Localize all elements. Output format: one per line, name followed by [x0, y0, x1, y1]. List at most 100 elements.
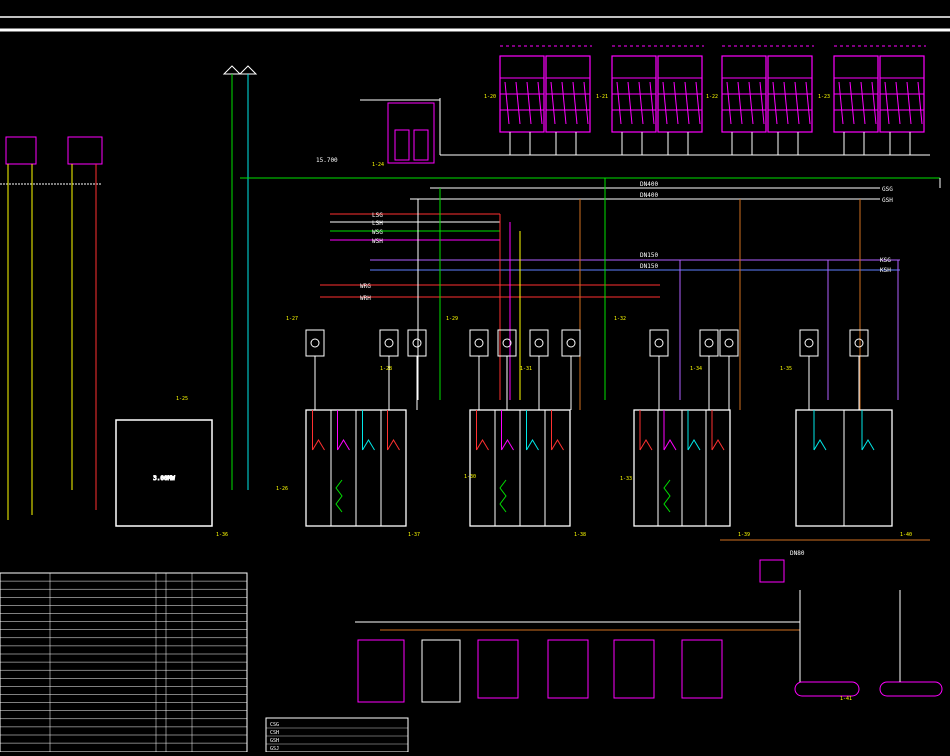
pump-8: [649, 329, 669, 410]
left-tank-group: [0, 136, 103, 520]
callout-1-35: 1-35: [780, 366, 792, 372]
chiller-coil: [663, 439, 677, 451]
tower-louver: [673, 81, 679, 125]
pump-body: [469, 329, 489, 357]
cooling-tower-8: [879, 55, 925, 155]
callout-1-27: 1-27: [286, 316, 298, 322]
boiler-caption: 3.00MW: [153, 475, 175, 482]
pump-body: [649, 329, 669, 357]
cooling-tower-4: [657, 55, 703, 155]
tower-louver: [884, 81, 890, 125]
bottom-equipment: [355, 539, 943, 703]
tower-louver: [662, 81, 668, 125]
tower-louver: [695, 81, 701, 125]
callout-1-29: 1-29: [446, 316, 458, 322]
label-dn-a: DN400: [640, 181, 658, 188]
chiller-coil: [501, 439, 514, 451]
tower-louver: [616, 81, 622, 125]
cooling-tower-array: [499, 45, 926, 155]
label-dn-c: DN150: [640, 252, 658, 259]
callout-1-38: 1-38: [574, 532, 586, 538]
tower-louver: [794, 81, 800, 125]
cooling-tower-1: [499, 55, 545, 155]
tower-louver: [515, 81, 521, 125]
tower-louver: [572, 81, 578, 125]
tank-left-2: [67, 136, 103, 165]
chiller-2: [469, 409, 571, 527]
label-dn-e: DN80: [790, 550, 805, 557]
boiler: 3.00MW: [115, 419, 213, 527]
tank-left-1: [5, 136, 37, 165]
tower-louver: [748, 81, 754, 125]
chiller-coil: [551, 439, 564, 451]
pump-body: [529, 329, 549, 357]
chiller-coil: [813, 439, 827, 451]
label-ksh: KSH: [880, 267, 891, 274]
callout-1-33: 1-33: [620, 476, 632, 482]
legend-code: CSH: [270, 730, 279, 736]
label-wsg: WSG: [372, 229, 383, 236]
pump-9: [699, 329, 719, 410]
callout-1-21: 1-21: [596, 94, 608, 100]
legend-code: GSJ: [270, 746, 279, 752]
frame-lines: [0, 16, 950, 32]
pump-body: [561, 329, 581, 357]
tower-louver: [871, 81, 877, 125]
pump-impeller: [854, 338, 864, 348]
chiller-coil: [362, 439, 375, 451]
pump-impeller: [704, 338, 714, 348]
tower-louver: [638, 81, 644, 125]
label-dn-d: DN150: [640, 263, 658, 270]
chiller-coil: [687, 439, 701, 451]
pump-impeller: [654, 338, 664, 348]
pump-impeller: [534, 338, 544, 348]
chiller-coil: [711, 439, 725, 451]
chiller-coil: [526, 439, 539, 451]
tower-louver: [726, 81, 732, 125]
cooling-tower-6: [767, 55, 813, 155]
pump-10: [719, 329, 739, 410]
pipe-legend: CSG CSH GSH GSJ: [265, 717, 409, 753]
tower-louver: [684, 81, 690, 125]
tower-louver: [526, 81, 532, 125]
label-gsg: GSG: [882, 186, 893, 193]
pump-12: [849, 329, 869, 410]
pump-impeller: [412, 338, 422, 348]
callout-1-41: 1-41: [840, 696, 852, 702]
label-wrh: WRH: [360, 295, 371, 302]
pump-impeller: [310, 338, 320, 348]
chiller-heat-exchanger: [663, 479, 671, 513]
legend-code: CSG: [270, 722, 279, 728]
callout-tags: 1-20 1-21 1-22 1-23 1-24 1-25 1-26 1-27 1-28 1-29…: [176, 94, 912, 702]
callout-1-25: 1-25: [176, 396, 188, 402]
tower-louver: [737, 81, 743, 125]
chiller-coil: [312, 439, 325, 451]
callout-1-26: 1-26: [276, 486, 288, 492]
pump-impeller: [804, 338, 814, 348]
callout-1-36: 1-36: [216, 532, 228, 538]
callout-1-30: 1-30: [464, 474, 476, 480]
pump-body: [719, 329, 739, 357]
hvac-schematic: LSG LSH WSG WSH WRG WRH GSG GSH KSG KSH …: [0, 16, 950, 753]
cad-drawing-canvas: LSG LSH WSG WSH WRG WRH GSG GSH KSG KSH …: [0, 0, 950, 753]
tower-louver: [895, 81, 901, 125]
chiller-heat-exchanger: [335, 479, 343, 513]
callout-1-20: 1-20: [484, 94, 496, 100]
tower-louver: [917, 81, 923, 125]
tower-louver: [627, 81, 633, 125]
label-wsh: WSH: [372, 238, 383, 245]
pump-body: [379, 329, 399, 357]
cooling-tower-3: [611, 55, 657, 155]
callout-1-24: 1-24: [372, 162, 384, 168]
label-dn-b: DN400: [640, 192, 658, 199]
pump-body: [799, 329, 819, 357]
label-lsh: LSH: [372, 220, 383, 227]
top-pump-station: [387, 102, 435, 164]
pump-7: [561, 329, 581, 410]
tower-louver: [759, 81, 765, 125]
pump-5: [497, 329, 517, 410]
legend-frame: [265, 717, 409, 753]
tower-louver: [537, 81, 543, 125]
chiller-coil: [337, 439, 350, 451]
label-wrg: WRG: [360, 283, 371, 290]
